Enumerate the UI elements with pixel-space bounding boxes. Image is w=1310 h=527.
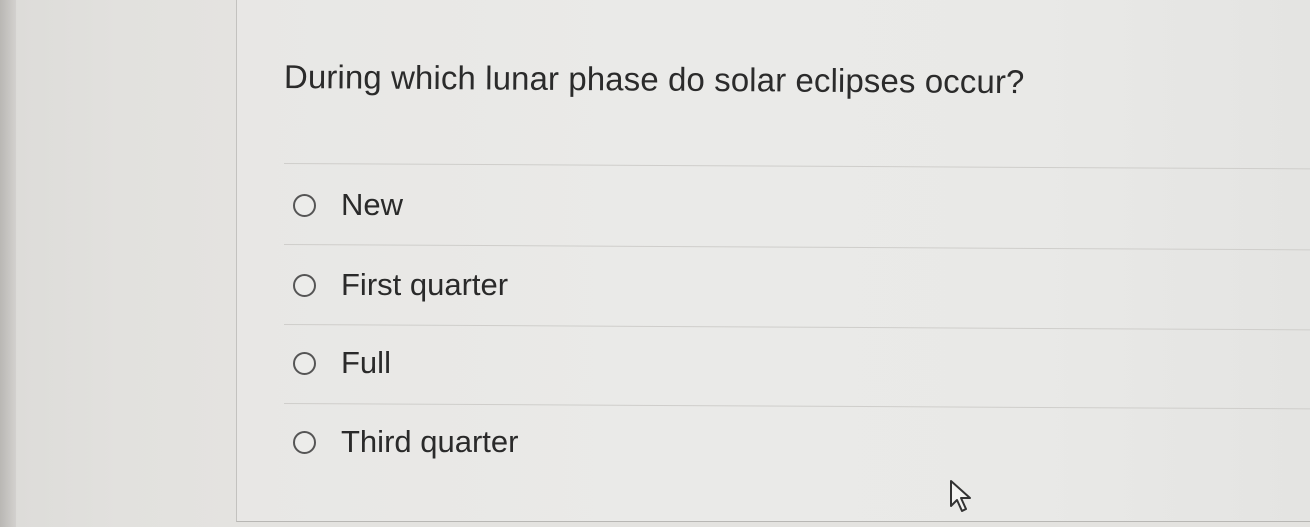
- question-text: During which lunar phase do solar eclips…: [283, 58, 1025, 101]
- option-first-quarter[interactable]: First quarter: [293, 265, 508, 305]
- divider: [283, 324, 1310, 331]
- mouse-pointer-icon: [950, 480, 971, 512]
- radio-button-first-quarter[interactable]: [293, 273, 316, 297]
- option-label-full: Full: [341, 345, 391, 380]
- question-card: During which lunar phase do solar eclips…: [236, 0, 1310, 522]
- option-third-quarter[interactable]: Third quarter: [293, 422, 518, 462]
- divider: [283, 244, 1310, 251]
- divider: [283, 403, 1310, 410]
- option-label-first-quarter: First quarter: [341, 267, 509, 302]
- option-new[interactable]: New: [293, 185, 403, 225]
- radio-button-new[interactable]: [293, 193, 316, 217]
- divider: [283, 163, 1310, 170]
- option-full[interactable]: Full: [293, 343, 391, 383]
- option-label-new: New: [341, 187, 404, 222]
- background-edge: [0, 0, 16, 527]
- radio-button-third-quarter[interactable]: [293, 430, 316, 454]
- option-label-third-quarter: Third quarter: [341, 424, 519, 459]
- radio-button-full[interactable]: [293, 351, 316, 375]
